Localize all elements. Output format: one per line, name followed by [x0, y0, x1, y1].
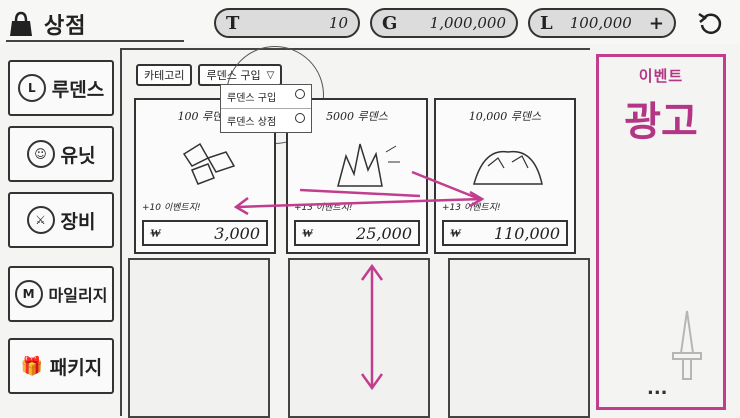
more-indicator: ...: [647, 378, 668, 399]
product-slot-empty: [448, 258, 590, 418]
sidebar-item-label: 유닛: [60, 144, 96, 167]
package-icon: 🎁: [20, 355, 43, 377]
page-title: 상점: [44, 14, 87, 39]
currency-value: 100,000: [569, 14, 632, 32]
price-value: 110,000: [493, 223, 560, 243]
category-dropdown[interactable]: 카테고리: [136, 64, 193, 86]
dropdown-option[interactable]: 루덴스 상점: [221, 109, 311, 132]
event-body: 광고: [624, 99, 698, 145]
price-value: 25,000: [356, 223, 412, 243]
ludens-icon: L: [17, 74, 46, 102]
shopping-bag-icon: [6, 9, 36, 39]
option-label: 루덴스 구입: [227, 93, 277, 104]
chevron-down-icon: ▽: [266, 69, 275, 81]
sidebar-item-equipment[interactable]: ⚔ 장비: [8, 192, 114, 248]
event-title: 이벤트: [638, 67, 684, 85]
currency-gold: G 1,000,000: [370, 8, 518, 38]
category-dropdown-label: 카테고리: [144, 69, 185, 82]
equipment-icon: ⚔: [26, 206, 55, 234]
add-currency-button[interactable]: +: [649, 13, 664, 34]
title-underline: [6, 40, 184, 42]
currency-label: T: [226, 12, 240, 34]
currency-ticket: T 10: [214, 8, 360, 38]
filter-row: 카테고리 루덴스 구입 ▽: [136, 64, 283, 86]
bonus-text: +13 이벤트지!: [294, 200, 353, 213]
option-label: 루덴스 상점: [227, 117, 277, 128]
sidebar-item-label: 패키지: [49, 356, 103, 379]
sidebar-item-label: 루덴스: [51, 78, 105, 101]
radio-icon: [295, 113, 305, 123]
event-ad-banner[interactable]: 이벤트 광고 ...: [596, 54, 726, 410]
sword-icon: [672, 310, 702, 380]
radio-icon: [295, 89, 305, 99]
currency-ludens: L 100,000 +: [528, 8, 676, 38]
sidebar-item-ludens[interactable]: L 루덴스: [8, 60, 114, 116]
bonus-text: +10 이벤트지!: [142, 200, 201, 213]
currency-icon: ₩: [150, 225, 161, 240]
product-slot-empty: [288, 258, 430, 418]
bonus-label: +13 이벤트지!: [294, 203, 353, 213]
product-name: 10,000 루덴스: [468, 110, 542, 123]
crystal-pile-icon: [337, 143, 400, 187]
sidebar-item-mileage[interactable]: M 마일리지: [8, 266, 114, 322]
price-value: 3,000: [214, 223, 260, 243]
mileage-icon: M: [14, 280, 43, 308]
price-button[interactable]: ₩ 25,000: [294, 220, 420, 246]
shop-title-area: 상점: [6, 6, 192, 42]
sidebar-item-label: 마일리지: [48, 286, 108, 305]
refresh-icon[interactable]: [696, 9, 724, 37]
top-bar: 상점 T 10 G 1,000,000 L 100,000 +: [0, 0, 740, 44]
currency-icon: ₩: [302, 225, 313, 240]
event-text: 이벤트 광고: [599, 65, 723, 148]
currency-label: L: [540, 12, 553, 34]
product-card[interactable]: 10,000 루덴스 +13 이벤트지! ₩ 110,000: [434, 98, 576, 254]
price-button[interactable]: ₩ 110,000: [442, 220, 568, 246]
crystal-heap-icon: [473, 150, 543, 185]
currency-label: G: [382, 12, 398, 34]
currency-value: 1,000,000: [429, 14, 506, 32]
category-sidebar: L 루덴스 ☺ 유닛 ⚔ 장비 M 마일리지 🎁 패키지: [0, 50, 114, 416]
product-area: 카테고리 루덴스 구입 ▽ 루덴스 구입 루덴스 상점 100 루덴스 +10 …: [120, 46, 590, 418]
sidebar-item-package[interactable]: 🎁 패키지: [8, 338, 114, 394]
bonus-label: +13 이벤트지!: [442, 203, 501, 213]
currency-value: 10: [328, 14, 348, 32]
currency-icon: ₩: [450, 225, 461, 240]
unit-icon: ☺: [26, 140, 55, 168]
bonus-text: +13 이벤트지!: [442, 200, 501, 213]
sidebar-item-unit[interactable]: ☺ 유닛: [8, 126, 114, 182]
bonus-label: +10 이벤트지!: [142, 203, 201, 213]
dropdown-option[interactable]: 루덴스 구입: [221, 85, 311, 109]
sort-dropdown-menu: 루덴스 구입 루덴스 상점: [220, 84, 312, 133]
sidebar-item-label: 장비: [60, 210, 96, 233]
crystal-icon: [182, 142, 236, 185]
price-button[interactable]: ₩ 3,000: [142, 220, 268, 246]
sort-dropdown-label: 루덴스 구입: [206, 69, 261, 82]
product-slot-empty: [128, 258, 270, 418]
sort-dropdown[interactable]: 루덴스 구입 ▽: [198, 64, 283, 86]
